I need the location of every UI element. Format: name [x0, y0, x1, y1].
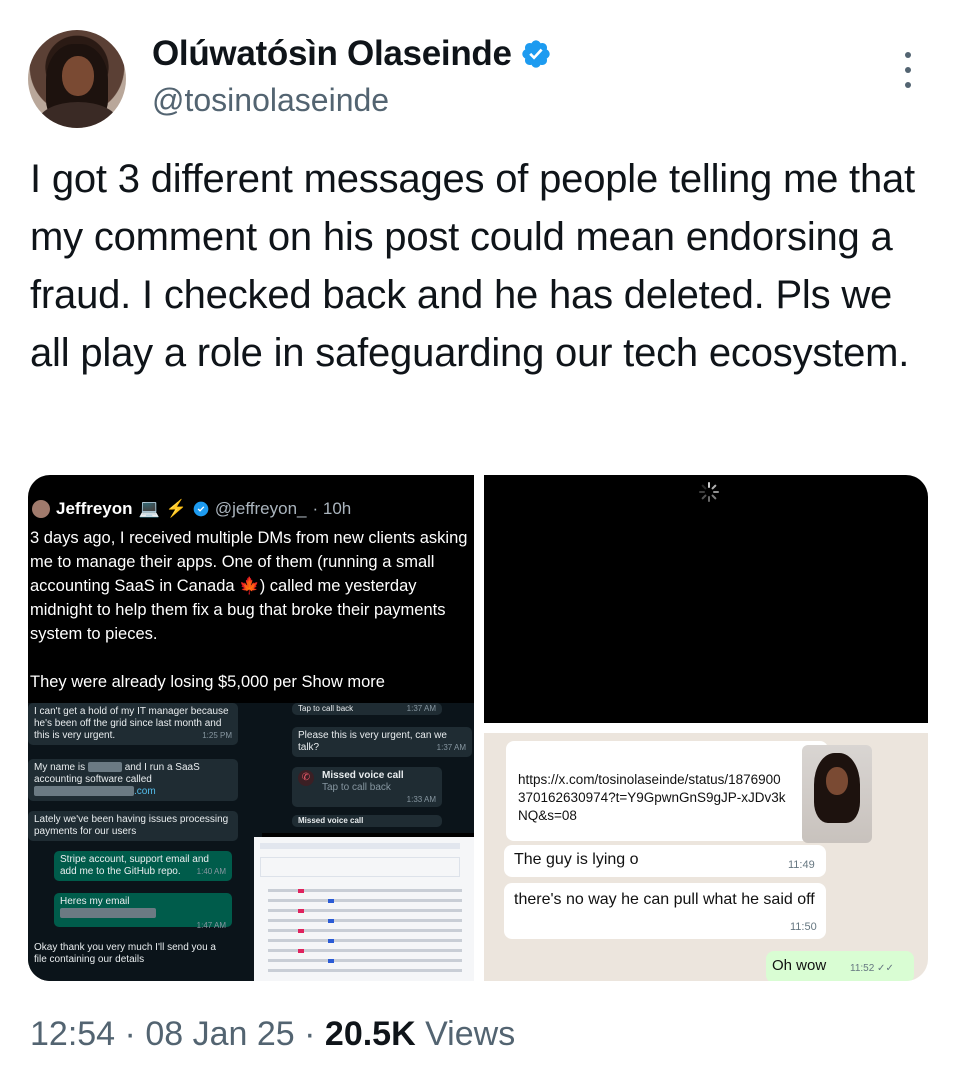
- embedded-verified-icon: [193, 501, 209, 517]
- tweet-text: I got 3 different messages of people tel…: [30, 157, 915, 375]
- embedded-name: Jeffreyon: [56, 499, 133, 518]
- chat-message: I can't get a hold of my IT manager beca…: [28, 703, 238, 745]
- media-image-2-loading[interactable]: [484, 475, 928, 723]
- separator: ·: [124, 1015, 146, 1053]
- chat-message: Please this is very urgent, can we talk?…: [292, 727, 472, 757]
- chat-message: The guy is lying o: [504, 845, 826, 877]
- author-handle[interactable]: @tosinolaseinde: [152, 82, 389, 119]
- tweet-time[interactable]: 12:54: [30, 1015, 115, 1053]
- embedded-time: · 10h: [312, 499, 352, 518]
- laptop-icon: 💻: [138, 499, 160, 518]
- chat-message: Lately we've been having issues processi…: [28, 811, 238, 841]
- missed-call-message: ✆ Missed voice call Tap to call back 1:3…: [292, 767, 442, 807]
- media-grid[interactable]: Jeffreyon 💻 ⚡ @jeffreyon_ · 10h 3 days a…: [28, 475, 928, 981]
- chat-message: there's no way he can pull what he said …: [504, 883, 826, 939]
- embedded-handle: @jeffreyon_: [214, 499, 307, 518]
- author-avatar[interactable]: [28, 30, 126, 128]
- lightning-icon: ⚡: [165, 499, 187, 518]
- link-message: https://x.com/tosinolaseinde/status/1876…: [506, 741, 872, 843]
- embedded-post-header: Jeffreyon 💻 ⚡ @jeffreyon_ · 10h: [32, 499, 351, 519]
- link-thumbnail: [802, 745, 872, 843]
- author-name-row[interactable]: Olúwatósìn Olaseinde: [152, 34, 552, 74]
- chat-message: Stripe account, support email and add me…: [54, 851, 232, 881]
- chat-message: Okay thank you very much I'll send you a…: [34, 942, 216, 965]
- dashboard-screenshot: [254, 837, 474, 981]
- chat-screenshot-left: I can't get a hold of my IT manager beca…: [28, 703, 262, 981]
- views-label: Views: [425, 1015, 516, 1053]
- author-name[interactable]: Olúwatósìn Olaseinde: [152, 34, 512, 74]
- loading-spinner-icon: [698, 481, 720, 503]
- media-image-1[interactable]: Jeffreyon 💻 ⚡ @jeffreyon_ · 10h 3 days a…: [28, 475, 474, 981]
- embedded-paragraph-1: 3 days ago, I received multiple DMs from…: [30, 529, 468, 643]
- chat-message: Tap to call back 1:37 AM: [292, 703, 442, 715]
- tweet-date[interactable]: 08 Jan 25: [145, 1015, 294, 1053]
- chat-message: My name is and I run a SaaS accounting s…: [28, 759, 238, 801]
- tweet-meta: 12:54 · 08 Jan 25 · 20.5K Views: [30, 1015, 515, 1054]
- chat-screenshot-middle: Tap to call back 1:37 AM Please this is …: [262, 703, 474, 833]
- chat-message: Heres my email 1:47 AM: [54, 893, 232, 930]
- media-image-3[interactable]: https://x.com/tosinolaseinde/status/1876…: [484, 733, 928, 981]
- separator: ·: [304, 1015, 325, 1053]
- message-time: 11:49: [788, 859, 815, 871]
- embedded-paragraph-2: They were already losing $5,000 per Show…: [30, 673, 385, 691]
- more-options-icon[interactable]: [900, 52, 916, 88]
- sent-message: Oh wow 11:52 ✓✓: [766, 951, 914, 981]
- views-count[interactable]: 20.5K: [325, 1015, 416, 1053]
- verified-badge-icon: [521, 40, 550, 68]
- link-text: https://x.com/tosinolaseinde/status/1876…: [518, 772, 786, 823]
- message-time: 11:50: [790, 921, 817, 933]
- embedded-post-text: 3 days ago, I received multiple DMs from…: [30, 526, 470, 694]
- missed-call-message: Missed voice call: [292, 815, 442, 827]
- embedded-avatar: [32, 500, 50, 518]
- missed-call-icon: ✆: [298, 770, 314, 786]
